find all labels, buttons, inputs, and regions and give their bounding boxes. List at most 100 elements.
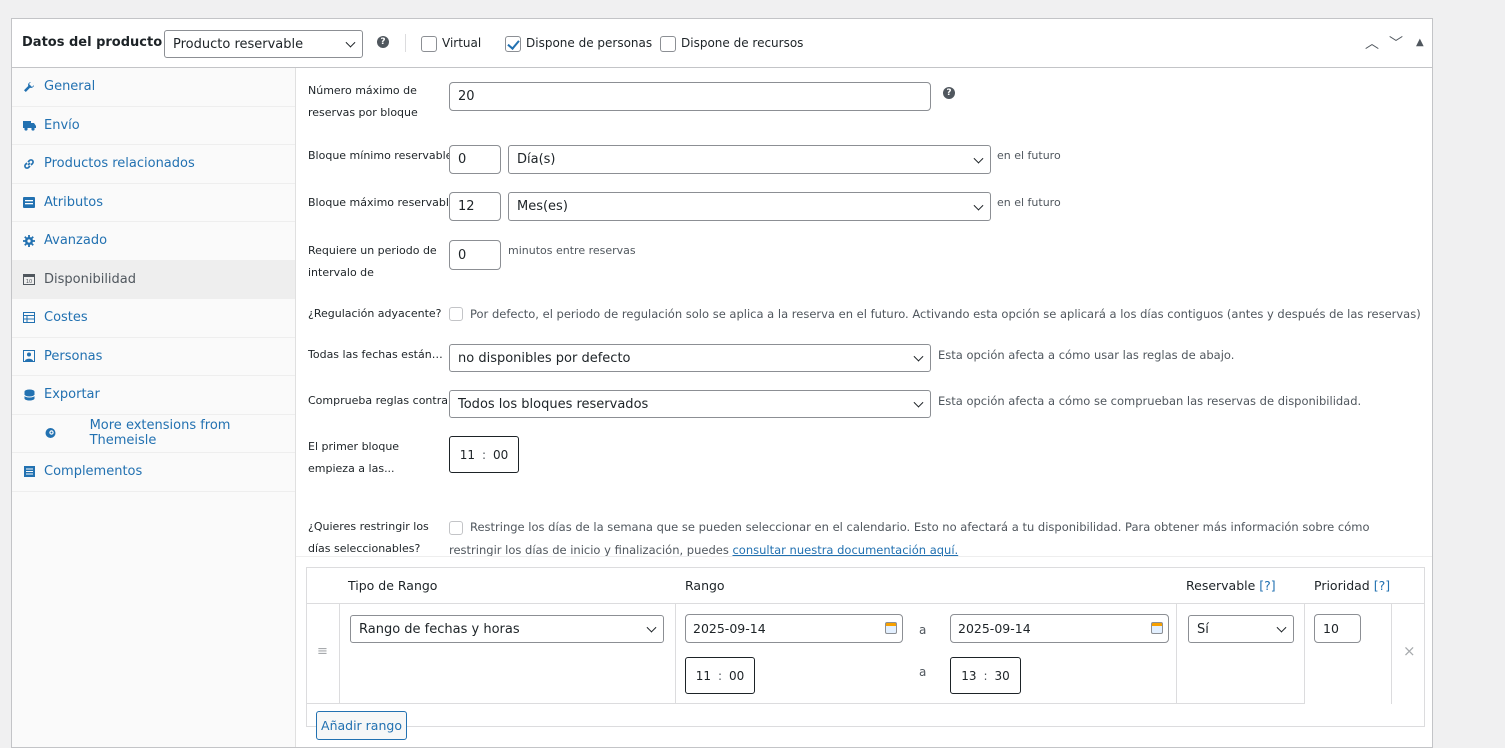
sidebar-item-export[interactable]: Exportar bbox=[12, 376, 295, 415]
buffer-period-suffix: minutos entre reservas bbox=[508, 244, 636, 257]
col-header-type: Tipo de Rango bbox=[348, 578, 438, 593]
all-dates-select[interactable]: no disponibles por defecto bbox=[449, 344, 931, 372]
sidebar-item-addons[interactable]: Complementos bbox=[12, 453, 295, 492]
table-icon bbox=[22, 311, 36, 325]
sidebar-item-label: Avanzado bbox=[44, 233, 108, 249]
sidebar-item-label: Exportar bbox=[44, 387, 100, 403]
adjacent-buffer-checkbox[interactable] bbox=[449, 307, 463, 321]
priority-input[interactable]: 10 bbox=[1314, 614, 1361, 643]
max-bookings-label: Número máximo de reservas por bloque bbox=[308, 84, 418, 119]
remove-row-icon[interactable]: × bbox=[1403, 642, 1416, 660]
check-rules-value: Todos los bloques reservados bbox=[458, 396, 649, 412]
wrench-icon bbox=[22, 80, 36, 94]
sidebar-item-themeisle[interactable]: More extensions from Themeisle bbox=[12, 415, 295, 453]
virtual-label: Virtual bbox=[442, 36, 482, 50]
move-up-icon[interactable]: ︿ bbox=[1365, 33, 1379, 53]
max-bookings-input[interactable]: 20 bbox=[449, 82, 931, 111]
sidebar-item-general[interactable]: General bbox=[12, 68, 295, 107]
panel-title: Datos del producto — bbox=[22, 35, 180, 50]
virtual-checkbox[interactable] bbox=[421, 36, 437, 52]
sidebar-item-shipping[interactable]: Envío bbox=[12, 107, 295, 145]
calendar-icon[interactable] bbox=[1151, 622, 1163, 634]
col-header-range: Rango bbox=[685, 578, 725, 593]
themeisle-icon bbox=[44, 426, 58, 440]
documentation-link[interactable]: consultar nuestra documentación aquí. bbox=[732, 543, 958, 557]
hour-value: 13 bbox=[961, 668, 977, 683]
bookable-select[interactable]: Sí bbox=[1188, 615, 1294, 643]
check-rules-select[interactable]: Todos los bloques reservados bbox=[449, 390, 931, 418]
resources-checkbox[interactable] bbox=[660, 36, 676, 52]
sidebar-item-label: Disponibilidad bbox=[44, 271, 137, 287]
divider bbox=[1304, 604, 1305, 704]
sidebar-item-advanced[interactable]: Avanzado bbox=[12, 222, 295, 261]
export-icon bbox=[22, 388, 36, 402]
chevron-down-icon bbox=[973, 153, 984, 164]
hour-value: 11 bbox=[459, 447, 475, 462]
to-time-input[interactable]: 13 : 30 bbox=[950, 657, 1021, 694]
hour-value: 11 bbox=[695, 668, 711, 683]
sidebar-item-linked-products[interactable]: Productos relacionados bbox=[12, 145, 295, 184]
divider bbox=[675, 604, 676, 704]
min-block-label: Bloque mínimo reservable bbox=[308, 149, 453, 162]
to-date-input[interactable]: 2025-09-14 bbox=[950, 614, 1169, 643]
person-icon bbox=[22, 349, 36, 363]
adjacent-buffer-label: ¿Regulación adyacente? bbox=[308, 307, 442, 320]
list-icon bbox=[22, 195, 36, 209]
help-icon[interactable]: ? bbox=[377, 36, 389, 48]
to-date-value: 2025-09-14 bbox=[958, 621, 1031, 636]
min-block-input[interactable]: 0 bbox=[449, 145, 501, 174]
first-block-time-input[interactable]: 11 : 00 bbox=[449, 436, 519, 473]
product-type-select[interactable]: Producto reservable bbox=[164, 30, 363, 58]
sidebar-item-label: Complementos bbox=[44, 464, 143, 480]
min-block-unit-value: Día(s) bbox=[517, 152, 556, 167]
sidebar-item-label: More extensions from Themeisle bbox=[89, 418, 231, 449]
check-rules-desc: Esta opción afecta a cómo se comprueban … bbox=[938, 394, 1362, 408]
from-date-input[interactable]: 2025-09-14 bbox=[685, 614, 903, 643]
help-icon[interactable]: ? bbox=[943, 87, 955, 99]
divider bbox=[296, 556, 1432, 557]
add-range-button[interactable]: Añadir rango bbox=[316, 711, 407, 740]
truck-icon bbox=[22, 118, 36, 132]
range-type-select[interactable]: Rango de fechas y horas bbox=[350, 615, 664, 643]
range-separator: a bbox=[919, 665, 927, 679]
divider bbox=[339, 604, 340, 704]
chevron-down-icon bbox=[913, 351, 924, 362]
from-time-input[interactable]: 11 : 00 bbox=[685, 657, 755, 694]
max-block-unit-value: Mes(es) bbox=[517, 199, 568, 214]
min-block-suffix: en el futuro bbox=[997, 149, 1061, 162]
sidebar-item-label: General bbox=[44, 79, 96, 95]
availability-panel: Número máximo de reservas por bloque 20 … bbox=[296, 68, 1432, 747]
buffer-period-input[interactable]: 0 bbox=[449, 240, 501, 270]
chevron-down-icon bbox=[646, 622, 657, 633]
bookable-value: Sí bbox=[1197, 621, 1209, 637]
max-block-input[interactable]: 12 bbox=[449, 192, 501, 221]
chevron-down-icon bbox=[345, 37, 356, 48]
calendar-icon[interactable] bbox=[885, 622, 897, 634]
divider bbox=[1176, 604, 1177, 704]
drag-handle-icon[interactable]: ≡ bbox=[317, 644, 328, 659]
min-block-unit-select[interactable]: Día(s) bbox=[508, 145, 991, 174]
persons-checkbox[interactable] bbox=[505, 36, 521, 52]
sidebar-item-persons[interactable]: Personas bbox=[12, 338, 295, 376]
gear-icon bbox=[22, 234, 36, 248]
first-block-label: El primer bloque empieza a las... bbox=[308, 440, 400, 475]
divider bbox=[307, 703, 1305, 704]
col-header-bookable: Reservable [?] bbox=[1186, 578, 1276, 593]
help-link[interactable]: [?] bbox=[1259, 578, 1275, 593]
max-block-suffix: en el futuro bbox=[997, 196, 1061, 209]
col-header-priority: Prioridad [?] bbox=[1314, 578, 1391, 593]
sidebar-item-availability[interactable]: 10 Disponibilidad bbox=[12, 260, 295, 299]
product-data-panel: Datos del producto — Producto reservable… bbox=[11, 18, 1433, 748]
max-block-unit-select[interactable]: Mes(es) bbox=[508, 192, 991, 221]
help-link[interactable]: [?] bbox=[1374, 578, 1390, 593]
sidebar-item-label: Envío bbox=[44, 117, 80, 133]
svg-text:10: 10 bbox=[26, 279, 32, 285]
minute-value: 00 bbox=[493, 447, 509, 462]
from-date-value: 2025-09-14 bbox=[693, 621, 766, 636]
sidebar-item-costs[interactable]: Costes bbox=[12, 299, 295, 338]
collapse-toggle-icon[interactable]: ▲ bbox=[1416, 37, 1424, 48]
move-down-icon[interactable]: ﹀ bbox=[1389, 33, 1403, 53]
sidebar-item-label: Productos relacionados bbox=[44, 156, 195, 172]
all-dates-value: no disponibles por defecto bbox=[458, 350, 631, 366]
sidebar-item-attributes[interactable]: Atributos bbox=[12, 184, 295, 222]
